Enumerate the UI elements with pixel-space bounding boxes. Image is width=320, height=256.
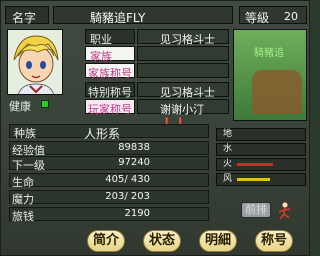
element-row: 火 <box>216 158 306 171</box>
health-label: 健康 <box>9 100 31 113</box>
portrait-art <box>8 30 62 94</box>
stone-value: 2190 <box>124 208 150 219</box>
special-title-value: 见习格斗士 <box>160 86 215 99</box>
family-title-label: 家族称号 <box>88 67 132 80</box>
hp-value: 405/ 430 <box>105 174 150 185</box>
stone-row: 旅钱 2190 <box>9 207 209 223</box>
job-label: 职业 <box>90 33 112 46</box>
title-button[interactable]: 称号 <box>255 230 293 252</box>
next-row: 下一级 97240 <box>9 156 209 172</box>
name-label: 名字 <box>12 11 37 25</box>
element-row: 风 <box>216 173 306 186</box>
hp-label: 生命 <box>12 176 34 189</box>
job-label-box: 职业 <box>85 29 135 46</box>
name-label-box: 名字 <box>5 6 49 25</box>
mp-label: 魔力 <box>12 193 34 206</box>
side-name: 騎豬追 <box>254 48 284 59</box>
family-title-label-box: 家族称号 <box>85 63 135 80</box>
player-title-value-box: 谢谢小汀❗❗ <box>137 99 229 130</box>
element-bar <box>237 178 270 181</box>
exp-value: 89838 <box>118 142 150 153</box>
family-label: 家族 <box>90 50 112 63</box>
family-title-value-box <box>137 63 229 78</box>
job-value-box: 见习格斗士 <box>137 29 229 46</box>
special-title-label-box: 特别称号 <box>85 82 135 99</box>
player-title-label-box: 玩家称号 <box>85 99 135 116</box>
element-row: 地 <box>216 128 306 141</box>
family-value-box <box>137 46 229 61</box>
race-value: 人形系 <box>84 127 121 141</box>
detail-button[interactable]: 明細 <box>199 230 237 252</box>
running-figure-icon[interactable] <box>275 201 295 221</box>
name-box: 騎豬追FLY <box>53 6 233 25</box>
race-label: 种族 <box>14 127 36 140</box>
element-label: 水 <box>223 144 233 154</box>
special-title-value-box: 见习格斗士 <box>137 82 229 99</box>
scenery-figure <box>252 70 302 114</box>
scenery-panel: 騎豬追 <box>233 29 307 121</box>
special-title-label: 特别称号 <box>88 86 132 99</box>
character-name: 騎豬追FLY <box>90 11 146 25</box>
intro-button[interactable]: 简介 <box>87 230 125 252</box>
element-label: 风 <box>223 174 233 184</box>
element-bar <box>237 163 273 166</box>
stone-label: 旅钱 <box>12 210 34 223</box>
health-indicator <box>41 100 49 108</box>
player-title-label: 玩家称号 <box>88 103 132 116</box>
exp-row: 经验值 89838 <box>9 141 209 157</box>
family-label-box: 家族 <box>85 46 135 63</box>
next-label: 下一级 <box>12 159 45 172</box>
prev-row-button[interactable]: 前排 <box>241 202 271 218</box>
race-row: 种族 人形系 <box>9 124 209 141</box>
next-value: 97240 <box>118 157 150 168</box>
job-value: 见习格斗士 <box>160 33 215 46</box>
level-value: 20 <box>284 10 298 23</box>
level-box: 等級 20 <box>239 6 307 25</box>
element-label: 地 <box>223 129 233 139</box>
element-label: 火 <box>223 159 233 169</box>
mp-value: 203/ 203 <box>105 191 150 202</box>
level-label: 等級 <box>245 11 270 25</box>
status-button[interactable]: 状态 <box>143 230 181 252</box>
hp-row: 生命 405/ 430 <box>9 173 209 189</box>
element-row: 水 <box>216 143 306 156</box>
mp-row: 魔力 203/ 203 <box>9 190 209 206</box>
character-portrait <box>7 29 63 95</box>
character-status-window: 名字 騎豬追FLY 等級 20 健康 职业 见习格斗士 家族 家族称号 特别称号… <box>0 0 310 256</box>
